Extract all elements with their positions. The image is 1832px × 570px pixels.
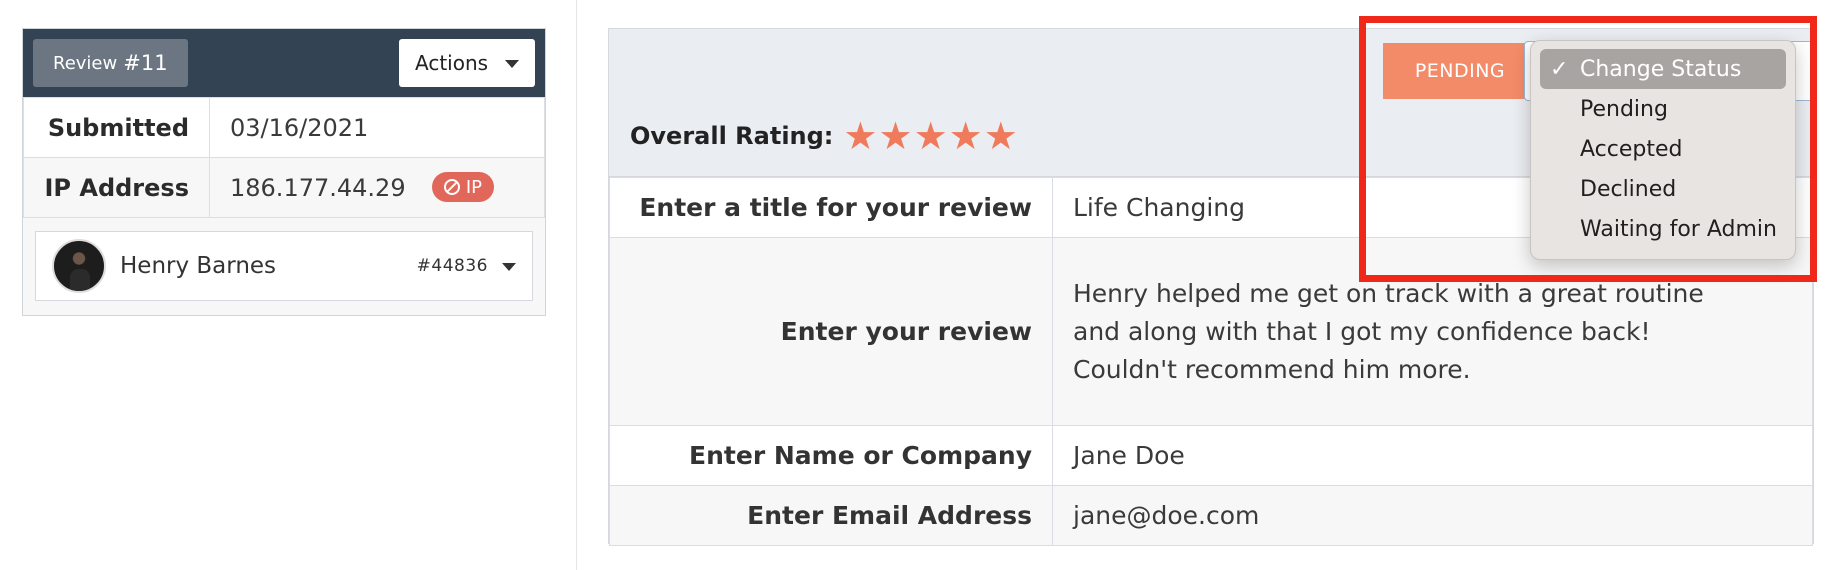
field-label: Enter Name or Company	[609, 425, 1053, 486]
overall-rating: Overall Rating: ★ ★ ★ ★ ★	[630, 117, 1019, 155]
table-row: Submitted 03/16/2021	[23, 97, 545, 158]
star-icon: ★	[948, 114, 983, 158]
ip-address-value: 186.177.44.29	[230, 173, 406, 202]
block-ip-button[interactable]: IP	[431, 172, 494, 202]
star-icon: ★	[983, 114, 1018, 158]
block-ip-label: IP	[465, 176, 482, 198]
submitted-value: 03/16/2021	[209, 97, 545, 158]
field-label: Enter a title for your review	[609, 177, 1053, 238]
highlight-box	[1359, 16, 1817, 282]
actions-dropdown-button[interactable]: Actions	[399, 39, 535, 87]
actions-label: Actions	[415, 51, 489, 75]
star-icon: ★	[878, 114, 913, 158]
review-badge-number: #11	[123, 51, 168, 75]
review-header-bar: Review #11 Actions	[23, 29, 545, 97]
submitted-label: Submitted	[23, 97, 210, 158]
ip-address-label: IP Address	[23, 157, 210, 218]
panel-divider	[576, 0, 577, 570]
user-name: Henry Barnes	[120, 253, 277, 279]
review-summary-card: Review #11 Actions Submitted 03/16/2021 …	[22, 28, 546, 316]
ban-icon	[443, 179, 460, 195]
star-icon: ★	[913, 114, 948, 158]
star-rating: ★ ★ ★ ★ ★	[843, 117, 1018, 155]
review-badge-label: Review	[53, 52, 118, 74]
field-label: Enter Email Address	[609, 485, 1053, 546]
field-value: Jane Doe	[1052, 425, 1813, 486]
star-icon: ★	[843, 114, 878, 158]
avatar	[52, 239, 106, 293]
field-label: Enter your review	[609, 237, 1053, 426]
review-number-badge: Review #11	[33, 39, 188, 87]
table-row: Enter Email Address jane@doe.com	[609, 485, 1813, 546]
ip-address-cell: 186.177.44.29 IP	[209, 157, 545, 218]
overall-rating-label: Overall Rating:	[630, 122, 834, 150]
field-value: jane@doe.com	[1052, 485, 1813, 546]
chevron-down-icon	[505, 60, 519, 68]
table-row: Enter Name or Company Jane Doe	[609, 425, 1813, 486]
user-selector[interactable]: Henry Barnes #44836	[35, 231, 533, 301]
chevron-down-icon	[502, 263, 516, 271]
review-info-table: Submitted 03/16/2021 IP Address 186.177.…	[23, 97, 545, 218]
table-row: IP Address 186.177.44.29 IP	[23, 157, 545, 218]
user-id: #44836	[416, 256, 488, 276]
